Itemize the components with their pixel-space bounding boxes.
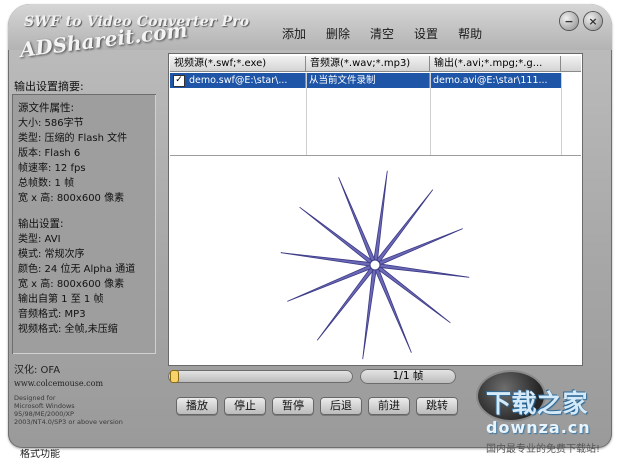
localization-credit: 汉化: OFA [14, 365, 61, 376]
credit-website[interactable]: www.colcemouse.com [14, 378, 164, 389]
source-total-frames: 总帧数: 1 帧 [18, 178, 75, 189]
audio-source-value: 从当前文件录制 [306, 73, 430, 88]
output-type: 类型: AVI [18, 234, 61, 245]
star-shape [280, 170, 470, 360]
bottom-caption: 格式功能 [20, 449, 60, 458]
column-divider [306, 73, 307, 155]
table-row[interactable]: ✓ demo.swf@E:\star\... 从当前文件录制 demo.avi@… [170, 73, 561, 88]
output-value: demo.avi@E:\star\111... [433, 75, 548, 86]
system-requirements-line: Microsoft Windows [14, 402, 75, 410]
column-header-audio-source[interactable]: 音频源(*.wav;*.mp3) [306, 56, 430, 72]
check-icon: ✓ [175, 75, 183, 85]
output-dimensions: 宽 x 高: 800x600 像素 [18, 279, 125, 290]
output-color: 颜色: 24 位无 Alpha 通道 [18, 264, 136, 275]
pause-button[interactable]: 暂停 [272, 397, 314, 415]
output-frame-range: 输出自第 1 至 1 帧 [18, 294, 104, 305]
menu-clear[interactable]: 清空 [368, 23, 396, 44]
column-divider [561, 73, 562, 155]
system-requirements-line: 95/98/ME/2000/XP [14, 410, 74, 418]
minimize-icon: − [564, 14, 574, 28]
file-list-and-preview: 视频源(*.swf;*.exe) 音频源(*.wav;*.mp3) 输出(*.a… [168, 53, 583, 366]
jump-button[interactable]: 跳转 [416, 397, 458, 415]
source-version: 版本: Flash 6 [18, 148, 81, 159]
menu-delete[interactable]: 删除 [324, 23, 352, 44]
video-source-value: demo.swf@E:\star\... [189, 75, 288, 86]
stop-button[interactable]: 停止 [224, 397, 266, 415]
watermark-tagline: 国内最专业的免费下载站! [486, 444, 601, 455]
watermark-title: 下载之家 [486, 389, 589, 418]
frame-counter: 1/1 帧 [360, 369, 456, 384]
close-button[interactable]: × [584, 12, 602, 30]
main-menu: 添加 删除 清空 设置 帮助 [280, 22, 484, 44]
forward-button[interactable]: 前进 [368, 397, 410, 415]
output-mode: 模式: 常规次序 [18, 249, 85, 260]
column-divider [430, 73, 431, 155]
settings-summary-panel: 源文件属性: 大小: 586字节 类型: 压缩的 Flash 文件 版本: Fl… [12, 94, 156, 354]
source-properties-title: 源文件属性: [18, 102, 75, 114]
output-audio-format: 音频格式: MP3 [18, 309, 86, 320]
menu-add[interactable]: 添加 [280, 23, 308, 44]
star-center [369, 259, 381, 271]
table-bottom-border [170, 155, 581, 156]
output-settings-title: 输出设置: [18, 218, 64, 230]
watermark-url: downza.cn [486, 418, 591, 437]
play-button[interactable]: 播放 [176, 397, 218, 415]
playback-controls: 播放 停止 暂停 后退 前进 跳转 [176, 397, 458, 415]
swf-preview [280, 170, 470, 360]
system-requirements-line: 2003/NT4.0/SP3 or above version [14, 418, 123, 426]
summary-header: 输出设置摘要: [14, 80, 84, 93]
timeline-slider-thumb[interactable] [171, 371, 178, 382]
column-header-spacer [561, 56, 581, 72]
column-header-output[interactable]: 输出(*.avi;*.mpg;*.g... [430, 56, 561, 72]
video-source-cell: ✓ demo.swf@E:\star\... [170, 73, 306, 88]
system-requirements-line: Designed for [14, 394, 56, 402]
source-frame-rate: 帧速率: 12 fps [18, 163, 86, 174]
menu-settings[interactable]: 设置 [412, 23, 440, 44]
source-dimensions: 宽 x 高: 800x600 像素 [18, 193, 125, 204]
menu-help[interactable]: 帮助 [456, 23, 484, 44]
source-properties-list: 大小: 586字节 类型: 压缩的 Flash 文件 版本: Flash 6 帧… [18, 116, 152, 206]
source-size: 大小: 586字节 [18, 118, 84, 129]
output-settings-list: 类型: AVI 模式: 常规次序 颜色: 24 位无 Alpha 通道 宽 x … [18, 232, 152, 337]
back-button[interactable]: 后退 [320, 397, 362, 415]
row-checkbox[interactable]: ✓ [173, 74, 185, 87]
timeline-slider-track[interactable] [168, 370, 353, 383]
minimize-button[interactable]: − [560, 12, 578, 30]
column-header-video-source[interactable]: 视频源(*.swf;*.exe) [170, 56, 306, 72]
close-icon: × [588, 14, 598, 28]
output-video-format: 视频格式: 全帧,未压缩 [18, 324, 118, 335]
source-type: 类型: 压缩的 Flash 文件 [18, 133, 128, 144]
credits: 汉化: OFA www.colcemouse.com Designed for … [14, 364, 164, 426]
file-table-header: 视频源(*.swf;*.exe) 音频源(*.wav;*.mp3) 输出(*.a… [170, 56, 581, 72]
